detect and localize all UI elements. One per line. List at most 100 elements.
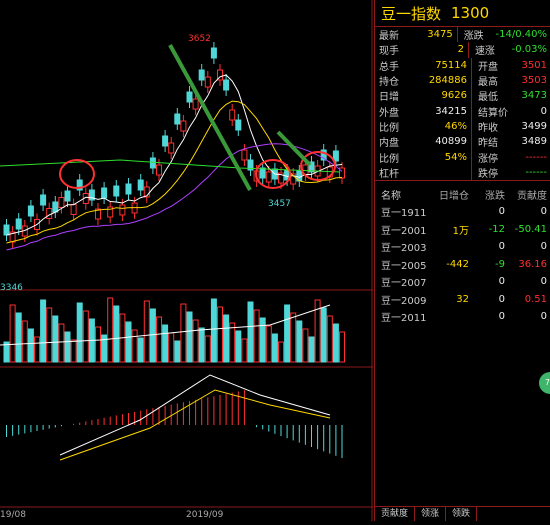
quote-label: 昨收 [471,118,516,135]
tab-losers[interactable]: 领跌 [446,507,478,521]
volume-bar [174,340,181,363]
bottom-tabs: 贡献度 领涨 领跌 [375,506,550,521]
contract-row[interactable]: 豆一2009 32 0 0.51 [375,290,550,308]
volume-bar [149,308,156,363]
volume-bar [210,298,217,363]
contract-row[interactable]: 豆一2007 0 0 [375,273,550,291]
volume-bar [320,307,327,363]
quote-title: 豆一指数 1300 [375,0,550,27]
quote-label: 比例 [379,122,399,134]
candle-body [223,79,230,91]
volume-bar [265,325,272,363]
contract-oi-change: 32 [456,293,469,305]
candle-body [119,204,126,216]
contract-name: 豆一1911 [381,208,427,220]
contract-contribution: 0 [540,241,547,253]
candle-body [241,149,248,161]
volume-bar [64,331,71,363]
quote-label: 结算价 [471,103,516,119]
candle-body [259,167,266,179]
high-label: 3652 [188,34,211,44]
quote-label: 外盘 [379,107,399,119]
candle-body [40,194,47,206]
volume-bar [162,324,169,363]
quote-row: 现手 2 速涨 -0.03% [375,42,550,58]
kline-chart-area[interactable]: 3652 3457 3346 19/08 2019/09 [0,0,373,521]
quote-label: 涨停 [471,149,516,165]
quote-value: 0 [540,105,547,117]
volume-bar [229,322,236,363]
quote-grid: 最新 3475 涨跌 -14/0.40% 现手 2 速涨 -0.03% 总手 751… [375,27,550,180]
volume-bar [15,312,22,363]
tab-contribution[interactable]: 贡献度 [375,507,416,521]
candle-body [137,179,144,191]
candle-body [101,187,108,199]
quote-value: 3489 [521,136,547,148]
quote-label: 最新 [379,31,399,43]
volume-bar [143,300,150,363]
contract-row[interactable]: 豆一2003 0 0 [375,238,550,256]
contract-name: 豆一2009 [381,295,427,307]
macd-dif [59,374,331,456]
volume-bar [253,309,260,363]
quote-row: 日增 9626 最低 3473 [375,88,550,104]
quote-row: 外盘 34215 结算价 0 [375,103,550,119]
volume-bar [131,329,138,363]
quote-label: 跌停 [471,164,516,180]
quote-value: 75114 [435,59,467,71]
macd-dea [59,389,331,461]
candle-body [149,157,156,169]
quote-value: 284886 [428,75,467,87]
volume-bar [58,323,65,363]
volume-bar [259,317,266,363]
quote-label: 持仓 [379,77,399,89]
volume-bar [223,314,230,363]
contract-oi-change: -442 [446,258,469,270]
volume-bars [0,297,345,363]
candle-body [229,109,236,121]
contract-change: 0 [498,206,505,218]
contract-row[interactable]: 豆一1911 0 0 [375,203,550,221]
contract-row[interactable]: 豆一2001 1万 -12 -50.41 [375,220,550,238]
volume-bar [180,303,187,363]
contract-contribution: 36.16 [518,258,547,270]
candle-body [265,171,272,183]
contract-change: 0 [498,241,505,253]
instrument-code: 1300 [451,4,490,22]
contract-list-header: 名称 日增仓 涨跌 贡献度 [381,191,547,203]
quote-value: 40899 [435,136,467,148]
volume-bar [198,327,205,363]
volume-bar [284,304,291,363]
volume-bar [82,310,89,363]
quote-label: 开盘 [471,57,516,73]
volume-bar [9,304,16,363]
candlestick-series [3,42,345,248]
quote-value: ------ [525,166,547,178]
contract-contribution: 0 [540,311,547,323]
left-low-label: 3346 [0,283,23,293]
contract-row[interactable]: 豆一2011 0 0 [375,308,550,326]
macd-indicator [6,374,343,461]
volume-bar [290,312,297,363]
contract-change: -12 [488,223,505,235]
contract-row[interactable]: 豆一2005 -442 -9 36.16 [375,255,550,273]
instrument-name: 豆一指数 [381,4,442,23]
kline-chart[interactable]: 3652 3457 3346 19/08 2019/09 [0,0,373,521]
volume-bar [113,305,120,363]
quote-label: 速涨 [467,42,512,58]
candle-body [174,113,181,125]
volume-bar [168,332,175,363]
volume-bar [204,335,211,363]
candle-body [180,120,187,132]
contract-contribution: 0.51 [524,293,547,305]
quote-value: 3503 [521,75,547,87]
candle-body [15,218,22,230]
quote-value: -0.03% [511,44,547,56]
contract-change: 0 [498,276,505,288]
quote-row: 杠杆 跌停 ------ [375,164,550,180]
ma-line [6,74,343,236]
tab-gainers[interactable]: 领涨 [415,507,447,521]
volume-bar [192,319,199,363]
quote-row: 比例 54% 涨停 ------ [375,149,550,165]
quote-value: 3499 [521,120,547,132]
